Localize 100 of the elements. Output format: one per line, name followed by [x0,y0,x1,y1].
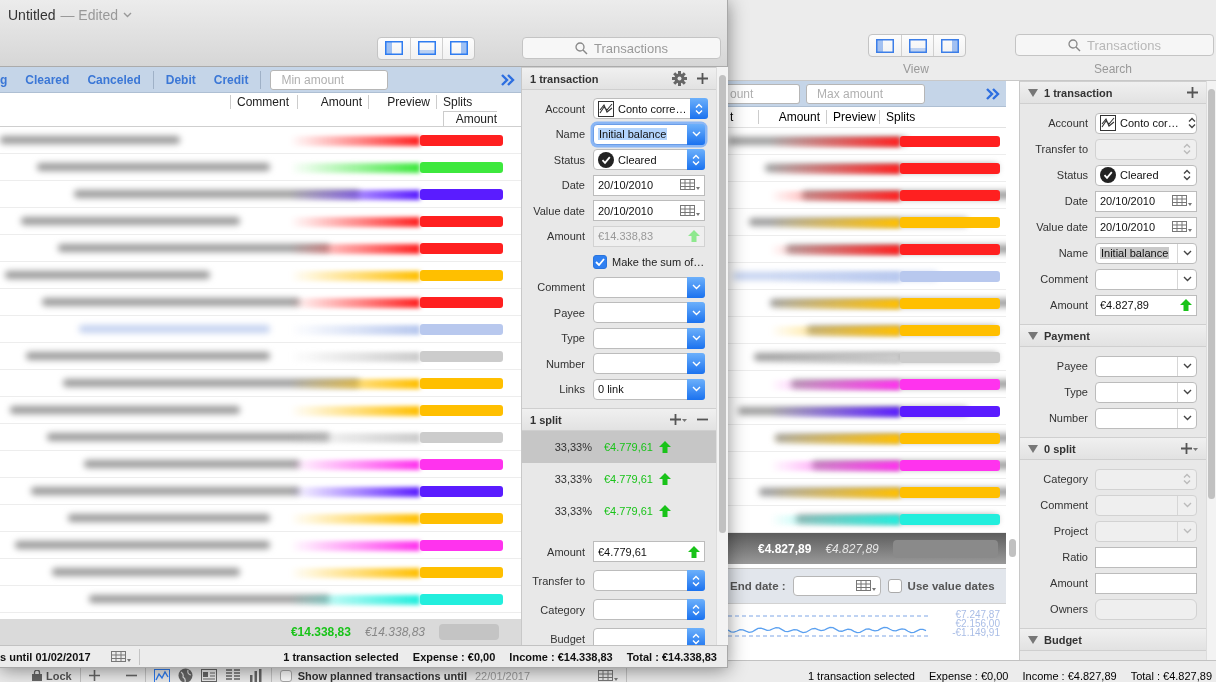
lock-button[interactable]: Lock [32,669,72,682]
balance-label: -€1.149,91 [952,628,1000,637]
field-label: Value date [1035,221,1088,233]
disclosure-triangle-icon[interactable] [1028,635,1038,644]
split-row[interactable]: 33,33% €4.779,61 [522,463,716,495]
plus-caret-icon[interactable] [1181,443,1198,454]
field-label: Date [1063,195,1088,207]
column-header[interactable]: Amount [442,111,497,126]
up-down-arrows-icon [1187,117,1196,129]
line-chart-icon [598,100,614,117]
view-segmented-control[interactable] [868,34,966,57]
field-label: Transfer to [531,574,585,587]
combo-box[interactable] [593,327,705,349]
plus-icon[interactable] [88,670,100,681]
section-title: 1 transaction [1044,86,1113,99]
split-row[interactable]: 33,33% €4.779,61 [522,431,716,463]
section-title: Payment [1044,329,1090,342]
date-field[interactable]: 20/10/2010 [593,174,705,196]
combo-box[interactable]: Initial balance [593,123,705,145]
chevron-down-icon [691,386,701,393]
column-header[interactable]: Amount [297,95,368,109]
combo-box[interactable]: Initial balance [1095,242,1197,264]
column-header[interactable]: Comment [230,95,297,109]
combo-box[interactable]: 0 link [593,378,705,400]
popup-button[interactable]: Cleared [1095,164,1197,186]
field-label: Status [552,153,585,166]
up-down-arrows-icon [1183,169,1191,181]
end-date-field[interactable] [792,576,881,596]
plus-icon[interactable] [1187,87,1198,98]
total-amount: €14.338,83 [290,625,351,639]
scrollbar-thumb[interactable] [1009,539,1016,557]
date-field[interactable]: 20/10/2010 [1095,216,1197,238]
split-amount: €4.779,61 [604,473,653,485]
popup-button[interactable] [593,628,705,645]
status-text: Income : €14.338,83 [509,650,613,663]
column-header[interactable]: Splits [879,110,939,124]
check-circle-icon [1100,167,1116,183]
field-label: Payee [552,306,585,319]
chevron-down-icon [691,360,701,367]
field-label: Amount [546,545,585,558]
split-amount: €4.779,61 [604,505,653,517]
popup-button[interactable] [593,599,705,620]
amount-field[interactable]: €4.827,89 [1095,294,1197,316]
up-arrow-icon [658,441,671,453]
scrollbar-thumb[interactable] [719,75,726,533]
amount-field[interactable]: €4.779,61 [593,541,705,562]
column-header[interactable]: Preview [826,110,879,124]
popup-button[interactable] [593,570,705,591]
card-icon[interactable] [200,669,217,682]
panel-left-icon [876,38,894,53]
end-date-label: End date : [730,580,786,592]
disclosure-triangle-icon[interactable] [1028,444,1038,453]
checkbox[interactable] [887,579,902,593]
date-field[interactable]: 20/10/2010 [593,200,705,222]
status-text: 1 transaction selected [283,650,399,663]
checkbox[interactable] [593,254,607,269]
popup-button[interactable]: Cleared [593,149,705,171]
plus-caret-icon[interactable] [670,414,687,425]
column-header[interactable]: Preview [368,95,436,109]
chart-view-icon[interactable] [153,668,170,682]
scrollbar-thumb[interactable] [1208,89,1215,499]
double-chevron-icon[interactable] [986,87,1000,100]
split-row[interactable]: 33,33% €4.779,61 [522,495,716,527]
column-header[interactable]: Splits [436,95,496,109]
search-icon [1068,38,1082,52]
field-label: Category [1042,473,1088,485]
disclosure-triangle-icon[interactable] [1028,88,1038,97]
column-header[interactable]: t [728,110,758,124]
combo-box[interactable] [593,353,705,375]
calendar-icon [598,669,619,682]
window-title: Untitled [8,7,56,23]
globe-icon[interactable] [177,668,193,682]
gear-icon[interactable] [672,71,687,86]
combo-box[interactable] [593,302,705,324]
bar-chart-icon[interactable] [248,669,263,682]
up-arrow-icon [688,230,700,243]
combo-box[interactable] [593,276,705,298]
up-down-arrows-icon [692,603,700,616]
columns-icon[interactable] [224,669,241,682]
popup-button[interactable]: Conto cor… [1095,112,1197,134]
column-header[interactable]: Amount [758,110,826,124]
date-field[interactable]: 20/10/2010 [1095,190,1197,212]
period-label: s until 01/02/2017 [0,650,91,663]
status-text: Total : €14.338,83 [626,650,717,663]
popup-button[interactable]: Conto corre… [593,98,705,120]
plus-icon[interactable] [697,73,708,84]
status-text: Income : €4.827,89 [1022,669,1117,682]
up-arrow-icon [658,505,671,517]
text-field[interactable] [1095,546,1197,568]
field-label: Amount [1049,299,1088,311]
up-arrow-icon [1180,299,1192,311]
checkbox[interactable] [279,669,292,682]
field-label: Links [558,383,585,396]
double-chevron-icon[interactable] [501,73,515,86]
disclosure-triangle-icon[interactable] [1028,331,1038,340]
view-segmented-control[interactable] [377,36,475,60]
text-field[interactable] [1095,572,1197,594]
chevron-down-icon [1182,528,1192,534]
status-text: Total : €4.827,89 [1130,669,1212,682]
calendar-icon [680,204,700,217]
